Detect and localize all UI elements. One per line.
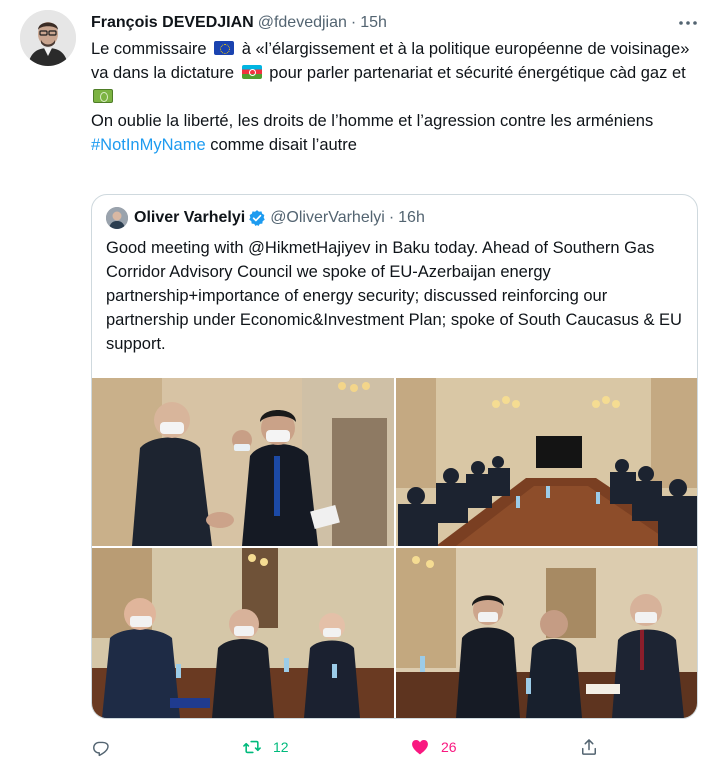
share-icon: [579, 737, 599, 757]
quoted-tweet[interactable]: Oliver Varhelyi @OliverVarhelyi · 16h Go…: [91, 194, 698, 719]
quoted-tweet-timestamp[interactable]: 16h: [398, 209, 425, 227]
meeting-table-photo[interactable]: [396, 378, 697, 546]
banknote-icon: [93, 89, 113, 103]
tweet-header: François DEVEDJIAN @fdevedjian · 15h: [91, 12, 679, 34]
quoted-author-handle[interactable]: @OliverVarhelyi: [270, 209, 385, 227]
tweet-paragraph-2: On oublie la liberté, les droits de l’ho…: [91, 112, 654, 130]
verified-badge-icon: [248, 209, 266, 227]
tweet-paragraph-1: Le commissaire à «l’élargissement et à l…: [91, 37, 691, 109]
retweet-count: 12: [273, 739, 289, 755]
photo-grid: [92, 378, 697, 718]
author-avatar[interactable]: [20, 10, 76, 66]
meeting-photo-left[interactable]: [92, 548, 394, 718]
tweet-paragraph-3: #NotInMyName comme disait l’autre: [91, 133, 691, 157]
heart-icon: [409, 737, 431, 757]
text-segment: Le commissaire: [91, 40, 207, 58]
reply-icon: [91, 737, 111, 757]
quoted-author-name[interactable]: Oliver Varhelyi: [134, 209, 245, 227]
eu-flag-icon: [214, 41, 235, 55]
tweet-actions: 12 26: [91, 733, 611, 761]
tweet-timestamp[interactable]: 15h: [360, 14, 387, 32]
handshake-photo[interactable]: [92, 378, 394, 546]
like-button[interactable]: 26: [409, 733, 457, 761]
reply-button[interactable]: [91, 733, 121, 761]
author-handle[interactable]: @fdevedjian: [258, 14, 347, 32]
share-button[interactable]: [579, 733, 599, 761]
quoted-tweet-header: Oliver Varhelyi @OliverVarhelyi · 16h: [106, 207, 425, 229]
quoted-author-avatar[interactable]: [106, 207, 128, 229]
quoted-tweet-text: Good meeting with @HikmetHajiyev in Baku…: [106, 239, 682, 353]
like-count: 26: [441, 739, 457, 755]
meeting-photo-right[interactable]: [396, 548, 697, 718]
text-segment: comme disait l’autre: [210, 136, 357, 154]
retweet-icon: [241, 737, 263, 757]
text-segment: pour parler partenariat et sécurité éner…: [269, 64, 686, 82]
tweet[interactable]: François DEVEDJIAN @fdevedjian · 15h Le …: [0, 0, 719, 777]
separator-dot: ·: [388, 209, 395, 226]
retweet-button[interactable]: 12: [241, 733, 289, 761]
azerbaijan-flag-icon: [241, 65, 262, 79]
author-name[interactable]: François DEVEDJIAN: [91, 14, 254, 32]
tweet-text: Le commissaire à «l’élargissement et à l…: [91, 37, 691, 157]
more-options-icon[interactable]: [677, 12, 699, 34]
hashtag-link[interactable]: #NotInMyName: [91, 136, 206, 154]
separator-dot: ·: [350, 14, 357, 31]
